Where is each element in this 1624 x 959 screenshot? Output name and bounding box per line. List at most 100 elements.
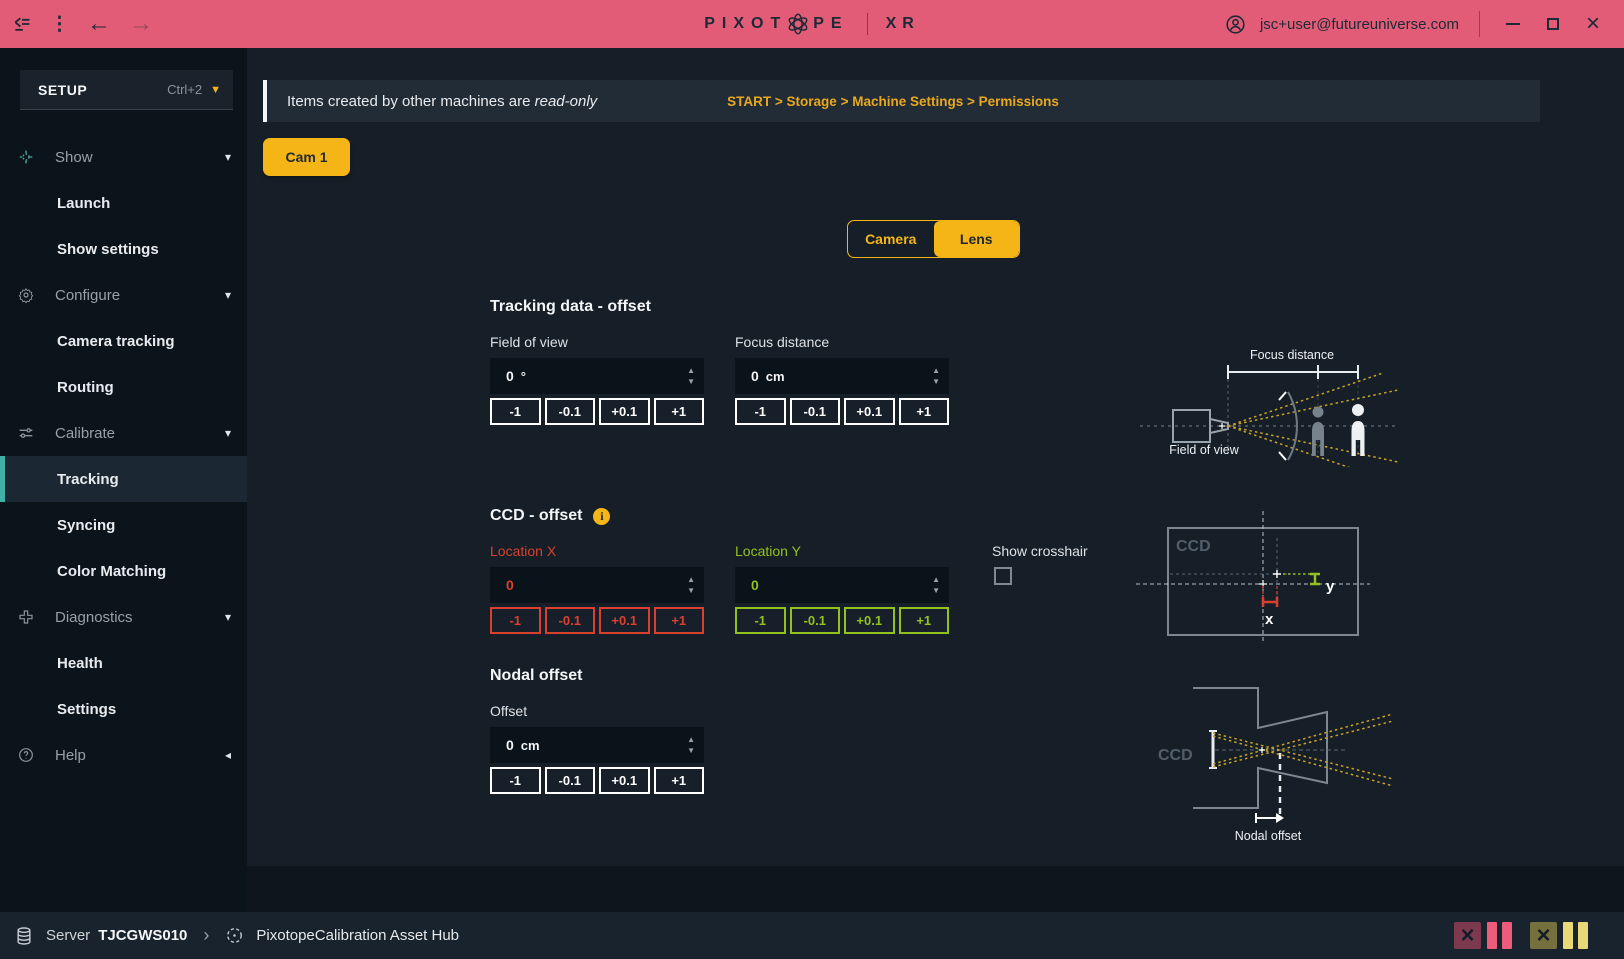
nodal-offset-input[interactable]: 0 cm ▲▼: [490, 727, 704, 763]
spinner-arrows[interactable]: ▲▼: [687, 358, 695, 394]
forward-arrow-icon: →: [129, 12, 153, 36]
step-button[interactable]: -1: [735, 398, 786, 425]
status-indicator-pink[interactable]: ×: [1454, 922, 1512, 949]
sidebar-item-show-settings[interactable]: Show settings: [0, 226, 247, 272]
location-x-label: Location X: [490, 543, 556, 559]
location-y-input[interactable]: 0 ▲▼: [735, 567, 949, 603]
collapse-sidebar-icon[interactable]: [12, 14, 32, 34]
nodal-offset-label: Offset: [490, 703, 527, 719]
sidebar-item-label: Diagnostics: [55, 609, 133, 626]
sidebar-item-help[interactable]: Help ◂: [0, 732, 247, 778]
chevron-left-icon: ◂: [225, 748, 231, 762]
calibrate-icon: [18, 425, 35, 442]
step-button[interactable]: -0.1: [545, 398, 596, 425]
step-button[interactable]: +1: [899, 398, 950, 425]
setup-selector[interactable]: SETUP Ctrl+2 ▼: [20, 70, 233, 110]
sidebar-item-health[interactable]: Health: [0, 640, 247, 686]
sidebar-item-show[interactable]: Show▾: [0, 134, 247, 180]
location-y-steps: -1-0.1+0.1+1: [735, 607, 949, 634]
nodal-offset-arrow: [1256, 813, 1276, 823]
sidebar-item-configure[interactable]: Configure ▾: [0, 272, 247, 318]
location-y-value: 0: [751, 577, 759, 593]
step-button[interactable]: +1: [654, 767, 705, 794]
y-offset-measure: [1310, 574, 1320, 584]
ccd-diagram: CCD y x: [1118, 503, 1380, 648]
server-name[interactable]: TJCGWS010: [98, 927, 187, 944]
section-title-nodal-offset: Nodal offset: [490, 667, 582, 685]
sidebar-item-label: Help: [55, 747, 86, 764]
step-button[interactable]: +1: [654, 607, 705, 634]
show-crosshair-label: Show crosshair: [992, 543, 1088, 559]
brand-text-right: PE: [813, 15, 848, 33]
sidebar: SETUP Ctrl+2 ▼ Show▾LaunchShow settingsC…: [0, 48, 247, 912]
sidebar-item-diagnostics[interactable]: Diagnostics ▾: [0, 594, 247, 640]
location-x-input[interactable]: 0 ▲▼: [490, 567, 704, 603]
step-button[interactable]: +0.1: [844, 607, 895, 634]
sidebar-item-settings[interactable]: Settings: [0, 686, 247, 732]
step-button[interactable]: +1: [654, 398, 705, 425]
section-title-ccd-offset: CCD - offset i: [490, 507, 610, 525]
kebab-menu-icon[interactable]: ⋮: [50, 15, 69, 34]
step-button[interactable]: -0.1: [545, 607, 596, 634]
field-of-view-steps: -1-0.1+0.1+1: [490, 398, 704, 425]
focus-distance-label: Focus distance: [735, 334, 829, 350]
banner-message: Items created by other machines are read…: [287, 93, 597, 110]
step-button[interactable]: -0.1: [790, 607, 841, 634]
user-email[interactable]: jsc+user@futureuniverse.com: [1260, 16, 1459, 33]
step-button[interactable]: -0.1: [790, 398, 841, 425]
user-icon[interactable]: [1225, 14, 1246, 35]
step-button[interactable]: +1: [899, 607, 950, 634]
configure-icon: [18, 287, 35, 304]
breadcrumb[interactable]: START > Storage > Machine Settings > Per…: [727, 94, 1059, 109]
cam-1-tab[interactable]: Cam 1: [263, 138, 350, 176]
spinner-arrows[interactable]: ▲▼: [932, 358, 940, 394]
sidebar-item-label: Configure: [55, 287, 120, 304]
field-of-view-value: 0: [506, 368, 514, 384]
sidebar-item-camera-tracking[interactable]: Camera tracking: [0, 318, 247, 364]
x-offset-measure: [1263, 597, 1277, 607]
nodal-offset-caption: Nodal offset: [1235, 829, 1302, 843]
maximize-icon[interactable]: [1540, 11, 1566, 37]
step-button[interactable]: +0.1: [599, 398, 650, 425]
field-of-view-label: Field of view: [490, 334, 568, 350]
step-button[interactable]: -1: [490, 398, 541, 425]
status-bars-icon: [1487, 922, 1512, 949]
back-arrow-icon[interactable]: ←: [87, 12, 111, 36]
database-icon: [14, 926, 34, 946]
show-crosshair-checkbox[interactable]: [994, 567, 1012, 585]
status-bars-icon: [1563, 922, 1588, 949]
sidebar-nav: Show▾LaunchShow settings Configure ▾ Camera…: [0, 134, 247, 778]
asset-hub-name[interactable]: PixotopeCalibration Asset Hub: [256, 927, 459, 944]
close-icon[interactable]: ×: [1580, 11, 1606, 37]
sidebar-item-label: Color Matching: [57, 563, 166, 580]
main-content: Items created by other machines are read…: [247, 48, 1624, 866]
sidebar-item-calibrate[interactable]: Calibrate▾: [0, 410, 247, 456]
tab-lens[interactable]: Lens: [934, 221, 1020, 257]
chevron-down-icon: ▾: [225, 610, 231, 624]
chevron-down-icon: ▾: [225, 288, 231, 302]
spinner-arrows[interactable]: ▲▼: [687, 727, 695, 763]
step-button[interactable]: -1: [490, 607, 541, 634]
tab-camera[interactable]: Camera: [848, 221, 934, 257]
sidebar-item-syncing[interactable]: Syncing: [0, 502, 247, 548]
sidebar-item-routing[interactable]: Routing: [0, 364, 247, 410]
step-button[interactable]: -0.1: [545, 767, 596, 794]
step-button[interactable]: +0.1: [844, 398, 895, 425]
status-indicator-yellow[interactable]: ×: [1530, 922, 1588, 949]
minimize-icon[interactable]: [1500, 11, 1526, 37]
focus-distance-input[interactable]: 0 cm ▲▼: [735, 358, 949, 394]
focus-distance-diagram-label: Focus distance: [1250, 348, 1334, 362]
step-button[interactable]: -1: [735, 607, 786, 634]
spinner-arrows[interactable]: ▲▼: [932, 567, 940, 603]
step-button[interactable]: +0.1: [599, 607, 650, 634]
ccd-diagram-label: CCD: [1176, 538, 1211, 555]
step-button[interactable]: -1: [490, 767, 541, 794]
sidebar-item-launch[interactable]: Launch: [0, 180, 247, 226]
spinner-arrows[interactable]: ▲▼: [687, 567, 695, 603]
info-icon[interactable]: i: [593, 508, 610, 525]
step-button[interactable]: +0.1: [599, 767, 650, 794]
sidebar-item-tracking[interactable]: Tracking: [0, 456, 247, 502]
sidebar-item-color-matching[interactable]: Color Matching: [0, 548, 247, 594]
sidebar-item-label: Health: [57, 655, 103, 672]
field-of-view-input[interactable]: 0 ° ▲▼: [490, 358, 704, 394]
